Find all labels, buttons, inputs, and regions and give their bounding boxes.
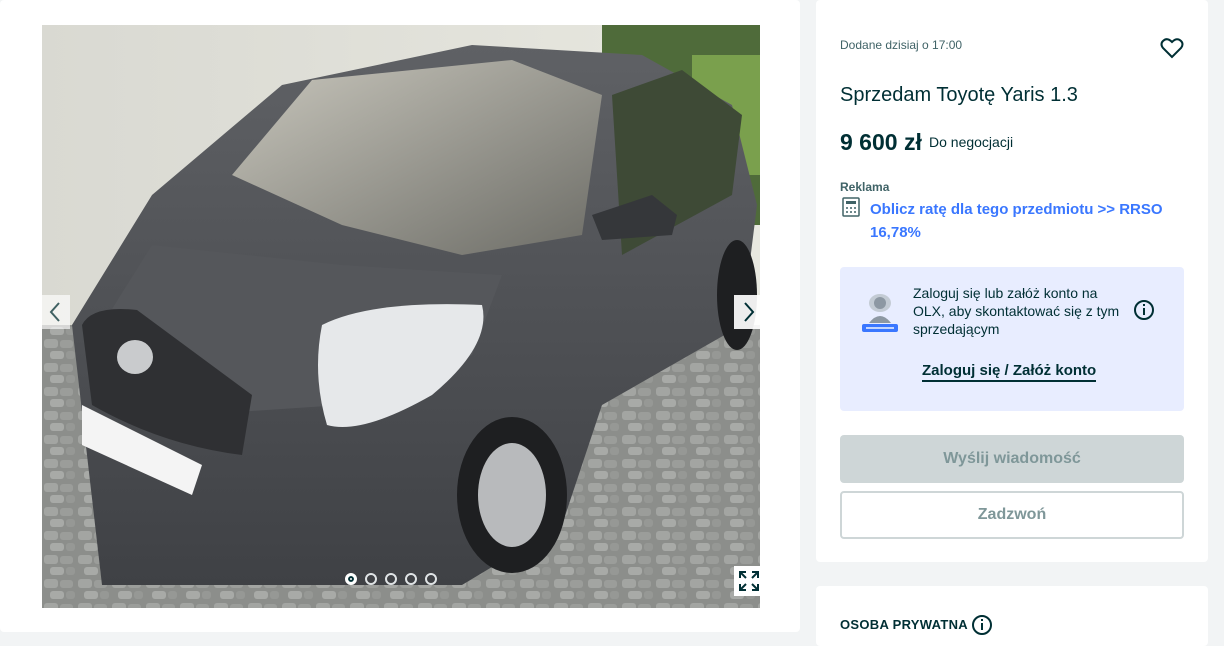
- expand-icon: [739, 571, 759, 591]
- car-photo: [42, 25, 760, 608]
- photo-dot-1[interactable]: [345, 573, 357, 585]
- seller-info-button[interactable]: [971, 614, 993, 636]
- photo-dot-2[interactable]: [365, 573, 377, 585]
- user-cloud-icon: [862, 294, 898, 332]
- calculator-icon: [842, 197, 860, 217]
- ad-price: 9 600 zł: [840, 129, 922, 155]
- login-info-button[interactable]: [1132, 298, 1156, 322]
- send-message-button[interactable]: Wyślij wiadomość: [840, 435, 1184, 483]
- ad-title: Sprzedam Toyotę Yaris 1.3: [840, 84, 1078, 106]
- posted-date: Dodane dzisiaj o 17:00: [840, 38, 963, 52]
- login-prompt-text: Zaloguj się lub załóż konto na OLX, aby …: [913, 285, 1120, 337]
- next-photo-button[interactable]: [734, 295, 764, 329]
- main-photo[interactable]: [42, 25, 760, 608]
- chevron-left-icon: [49, 302, 60, 322]
- negotiable-label: Do negocjacji: [929, 134, 1014, 150]
- login-register-link[interactable]: Zaloguj się / Załóż konto: [922, 362, 1097, 382]
- info-icon: [1134, 300, 1154, 320]
- photo-dot-5[interactable]: [425, 573, 437, 585]
- ad-details-card: Dodane dzisiaj o 17:00 Sprzedam Toyotę Y…: [816, 0, 1208, 562]
- heart-icon: [1160, 38, 1184, 59]
- call-button[interactable]: Zadzwoń: [840, 491, 1184, 539]
- favorite-button[interactable]: [1159, 35, 1185, 61]
- previous-photo-button[interactable]: [40, 295, 70, 329]
- info-icon: [972, 615, 992, 635]
- seller-type: OSOBA PRYWATNA: [840, 617, 968, 632]
- photo-pagination: [345, 573, 437, 585]
- sponsored-label: Reklama: [840, 180, 890, 194]
- login-prompt-box: Zaloguj się lub załóż konto na OLX, aby …: [840, 267, 1184, 411]
- gallery-card: [0, 0, 800, 632]
- seller-card: OSOBA PRYWATNA: [816, 586, 1208, 646]
- loan-calculator-link[interactable]: Oblicz ratę dla tego przedmiotu >> RRSO …: [870, 198, 1180, 244]
- photo-dot-4[interactable]: [405, 573, 417, 585]
- chevron-right-icon: [744, 302, 755, 322]
- photo-dot-3[interactable]: [385, 573, 397, 585]
- fullscreen-button[interactable]: [734, 566, 764, 596]
